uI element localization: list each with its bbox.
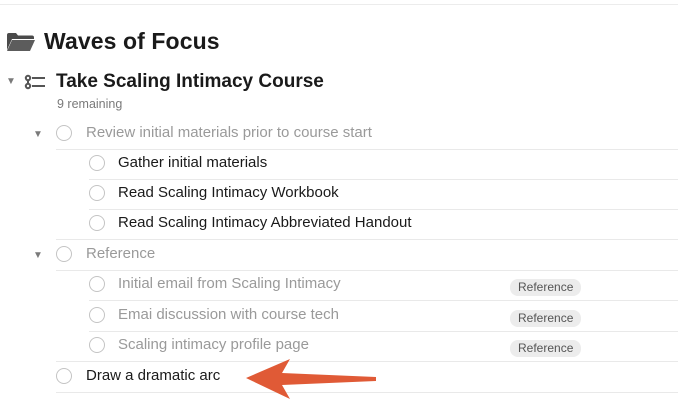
task-label[interactable]: Draw a dramatic arc [86, 367, 220, 384]
status-circle[interactable] [89, 337, 105, 353]
task-label[interactable]: Read Scaling Intimacy Abbreviated Handou… [118, 214, 412, 231]
remaining-count: 9 remaining [57, 97, 123, 111]
disclosure-triangle[interactable]: ▼ [33, 250, 43, 261]
task-label[interactable]: Gather initial materials [118, 154, 267, 171]
top-divider [0, 4, 678, 5]
action-group-row[interactable]: ▼ Review initial materials prior to cour… [0, 120, 678, 150]
folder-icon [7, 33, 35, 51]
task-row[interactable]: Gather initial materials [0, 150, 678, 180]
annotation-arrow-icon [246, 359, 376, 399]
row-separator [89, 300, 678, 301]
status-circle[interactable] [89, 276, 105, 292]
status-circle[interactable] [89, 155, 105, 171]
status-circle[interactable] [56, 125, 72, 141]
task-row[interactable]: Read Scaling Intimacy Workbook [0, 180, 678, 210]
project-outline-icon[interactable] [23, 74, 47, 90]
task-row[interactable]: Initial email from Scaling Intimacy Refe… [0, 271, 678, 301]
task-label[interactable]: Initial email from Scaling Intimacy [118, 275, 341, 292]
disclosure-triangle[interactable]: ▼ [33, 129, 43, 140]
reference-tag[interactable]: Reference [510, 310, 582, 327]
status-circle[interactable] [89, 215, 105, 231]
task-label[interactable]: Scaling intimacy profile page [118, 336, 309, 353]
status-circle[interactable] [56, 368, 72, 384]
status-circle[interactable] [89, 307, 105, 323]
row-separator [56, 239, 678, 240]
task-label[interactable]: Read Scaling Intimacy Workbook [118, 184, 339, 201]
action-group-row[interactable]: ▼ Reference [0, 241, 678, 271]
reference-tag[interactable]: Reference [510, 340, 582, 357]
status-circle[interactable] [89, 185, 105, 201]
task-row[interactable]: Read Scaling Intimacy Abbreviated Handou… [0, 210, 678, 240]
status-circle[interactable] [56, 246, 72, 262]
task-label[interactable]: Emai discussion with course tech [118, 306, 339, 323]
task-row[interactable]: Emai discussion with course tech Referen… [0, 302, 678, 332]
project-title[interactable]: Take Scaling Intimacy Course [56, 71, 324, 93]
group-label[interactable]: Reference [86, 245, 155, 262]
group-label[interactable]: Review initial materials prior to course… [86, 124, 372, 141]
folder-title: Waves of Focus [44, 28, 220, 54]
project-disclosure-triangle[interactable]: ▼ [6, 76, 16, 87]
reference-tag[interactable]: Reference [510, 279, 582, 296]
